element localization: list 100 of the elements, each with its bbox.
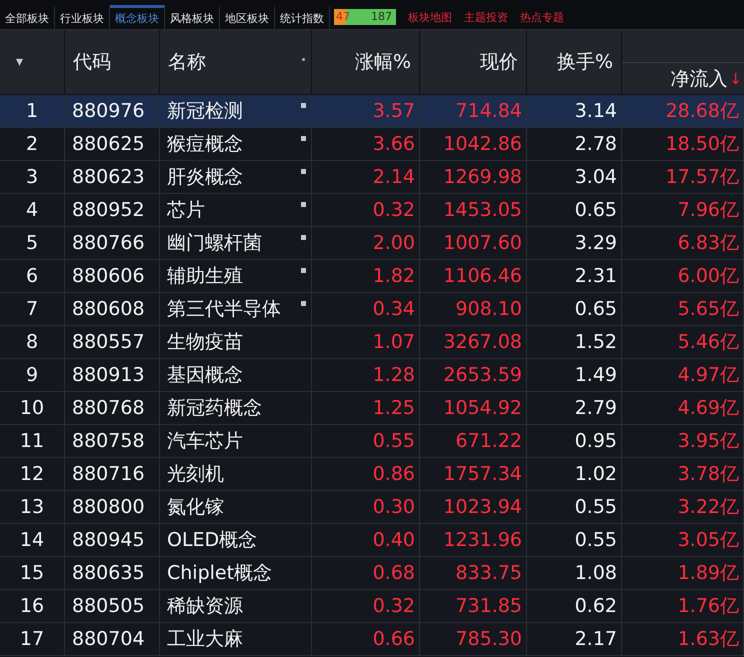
column-header[interactable]: 涨幅% bbox=[312, 30, 420, 95]
price-cell: 2653.59 bbox=[420, 359, 527, 392]
row-number: 1 bbox=[0, 95, 65, 128]
row-number: 7 bbox=[0, 293, 65, 326]
change-cell: 0.86 bbox=[312, 458, 420, 491]
change-cell: 0.32 bbox=[312, 194, 420, 227]
code-cell: 880766 bbox=[65, 227, 160, 260]
price-cell: 908.10 bbox=[420, 293, 527, 326]
name-cell[interactable]: 稀缺资源 bbox=[160, 590, 312, 623]
turnover-cell: 1.08 bbox=[527, 557, 622, 590]
inflow-cell: 3.22亿 bbox=[622, 491, 744, 524]
column-header[interactable]: 现价 bbox=[420, 30, 527, 95]
board-tab[interactable]: 风格板块 bbox=[165, 5, 220, 29]
price-cell: 1106.46 bbox=[420, 260, 527, 293]
change-cell: 0.66 bbox=[312, 623, 420, 656]
inflow-cell: 28.68亿 bbox=[622, 95, 744, 128]
turnover-cell: 2.79 bbox=[527, 392, 622, 425]
change-cell: 1.82 bbox=[312, 260, 420, 293]
inflow-cell: 5.46亿 bbox=[622, 326, 744, 359]
change-cell: 0.32 bbox=[312, 590, 420, 623]
sort-menu-caret[interactable]: ▾ bbox=[16, 54, 24, 70]
topic-link[interactable]: 热点专题 bbox=[514, 5, 570, 29]
price-cell: 1007.60 bbox=[420, 227, 527, 260]
name-cell[interactable]: 猴痘概念 bbox=[160, 128, 312, 161]
name-cell[interactable]: 辅助生殖 bbox=[160, 260, 312, 293]
price-cell: 1757.34 bbox=[420, 458, 527, 491]
board-tab[interactable]: 全部板块 bbox=[0, 5, 55, 29]
price-cell: 714.84 bbox=[420, 95, 527, 128]
inflow-cell: 3.78亿 bbox=[622, 458, 744, 491]
name-cell[interactable]: 工业大麻 bbox=[160, 623, 312, 656]
row-number: 10 bbox=[0, 392, 65, 425]
price-cell: 833.75 bbox=[420, 557, 527, 590]
name-cell[interactable]: 新冠检测 bbox=[160, 95, 312, 128]
name-cell[interactable]: 肝炎概念 bbox=[160, 161, 312, 194]
name-cell[interactable]: Chiplet概念 bbox=[160, 557, 312, 590]
name-cell[interactable]: 生物疫苗 bbox=[160, 326, 312, 359]
change-cell: 0.68 bbox=[312, 557, 420, 590]
code-cell: 880606 bbox=[65, 260, 160, 293]
code-cell: 880623 bbox=[65, 161, 160, 194]
change-cell: 0.55 bbox=[312, 425, 420, 458]
inflow-cell: 6.83亿 bbox=[622, 227, 744, 260]
column-header[interactable]: 名称 bbox=[160, 30, 312, 95]
topic-link[interactable]: 主题投资 bbox=[458, 5, 514, 29]
turnover-cell: 2.17 bbox=[527, 623, 622, 656]
name-cell[interactable]: 幽门螺杆菌 bbox=[160, 227, 312, 260]
name-cell[interactable]: 氮化镓 bbox=[160, 491, 312, 524]
code-cell: 880945 bbox=[65, 524, 160, 557]
change-cell: 3.57 bbox=[312, 95, 420, 128]
row-number: 8 bbox=[0, 326, 65, 359]
code-cell: 880608 bbox=[65, 293, 160, 326]
row-number: 6 bbox=[0, 260, 65, 293]
turnover-cell: 1.49 bbox=[527, 359, 622, 392]
turnover-cell: 0.55 bbox=[527, 524, 622, 557]
code-cell: 880716 bbox=[65, 458, 160, 491]
row-number: 3 bbox=[0, 161, 65, 194]
change-cell: 0.40 bbox=[312, 524, 420, 557]
change-cell: 2.14 bbox=[312, 161, 420, 194]
turnover-cell: 3.29 bbox=[527, 227, 622, 260]
inflow-cell: 4.69亿 bbox=[622, 392, 744, 425]
name-cell[interactable]: 光刻机 bbox=[160, 458, 312, 491]
column-header[interactable]: 换手% bbox=[527, 30, 622, 95]
inflow-cell: 3.05亿 bbox=[622, 524, 744, 557]
column-header[interactable]: 代码 bbox=[65, 30, 160, 95]
price-cell: 671.22 bbox=[420, 425, 527, 458]
change-cell: 1.07 bbox=[312, 326, 420, 359]
code-cell: 880758 bbox=[65, 425, 160, 458]
board-tab[interactable]: 统计指数 bbox=[275, 5, 330, 29]
price-cell: 1023.94 bbox=[420, 491, 527, 524]
board-tab[interactable]: 地区板块 bbox=[220, 5, 275, 29]
name-cell[interactable]: 新冠药概念 bbox=[160, 392, 312, 425]
name-cell[interactable]: 第三代半导体 bbox=[160, 293, 312, 326]
code-cell: 880704 bbox=[65, 623, 160, 656]
code-cell: 880625 bbox=[65, 128, 160, 161]
code-cell: 880768 bbox=[65, 392, 160, 425]
name-cell[interactable]: 汽车芯片 bbox=[160, 425, 312, 458]
inflow-cell: 4.97亿 bbox=[622, 359, 744, 392]
name-cell[interactable]: 芯片 bbox=[160, 194, 312, 227]
change-cell: 0.34 bbox=[312, 293, 420, 326]
code-cell: 880505 bbox=[65, 590, 160, 623]
column-header[interactable]: 净流入 bbox=[670, 66, 728, 92]
code-cell: 880635 bbox=[65, 557, 160, 590]
inflow-cell: 6.00亿 bbox=[622, 260, 744, 293]
inflow-cell: 1.89亿 bbox=[622, 557, 744, 590]
change-cell: 1.25 bbox=[312, 392, 420, 425]
turnover-cell: 0.65 bbox=[527, 293, 622, 326]
board-tab[interactable]: 行业板块 bbox=[55, 5, 110, 29]
inflow-cell: 3.95亿 bbox=[622, 425, 744, 458]
sort-arrow: ↓ bbox=[729, 70, 742, 88]
price-cell: 1231.96 bbox=[420, 524, 527, 557]
price-cell: 1042.86 bbox=[420, 128, 527, 161]
turnover-cell: 0.65 bbox=[527, 194, 622, 227]
topic-link[interactable]: 板块地图 bbox=[402, 5, 458, 29]
row-number: 4 bbox=[0, 194, 65, 227]
row-number: 2 bbox=[0, 128, 65, 161]
name-cell[interactable]: OLED概念 bbox=[160, 524, 312, 557]
row-number: 9 bbox=[0, 359, 65, 392]
name-cell[interactable]: 基因概念 bbox=[160, 359, 312, 392]
change-cell: 2.00 bbox=[312, 227, 420, 260]
code-cell: 880557 bbox=[65, 326, 160, 359]
row-number: 16 bbox=[0, 590, 65, 623]
